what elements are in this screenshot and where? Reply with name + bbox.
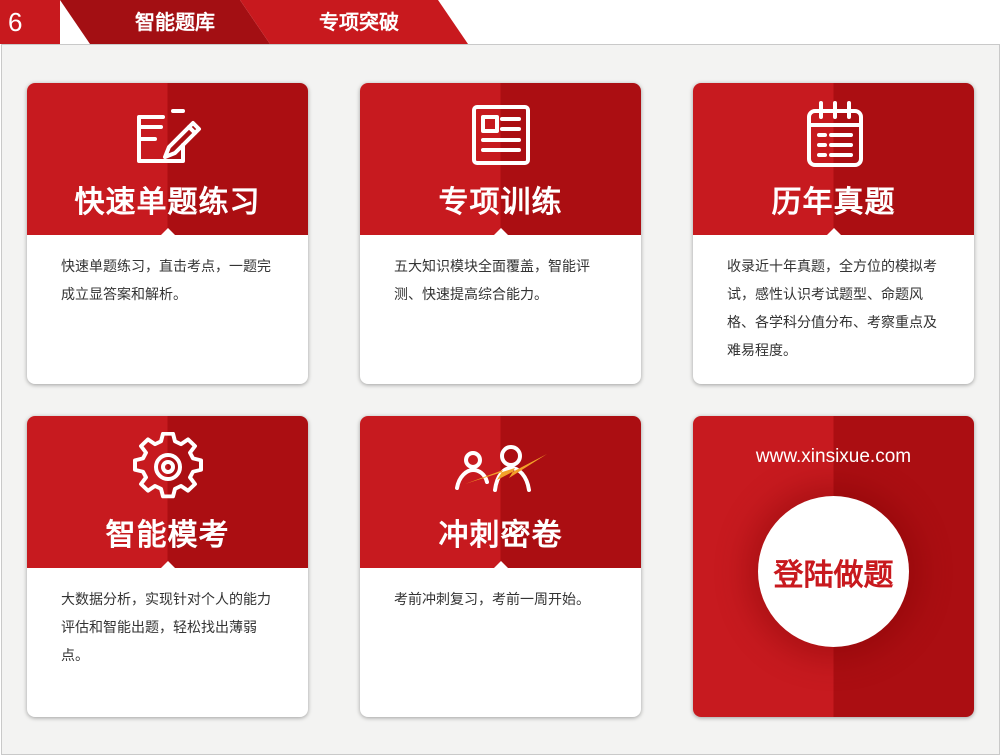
card-title: 快速单题练习 <box>74 185 261 220</box>
card-header: 冲刺密卷 <box>360 416 641 569</box>
card-quick-practice[interactable]: 快速单题练习 快速单题练习，直击考点，一题完成立显答案和解析。 <box>27 83 308 384</box>
gear-icon <box>132 431 203 502</box>
sprint-people-icon <box>454 432 547 502</box>
card-header: 智能模考 <box>27 416 308 569</box>
card-description: 大数据分析，实现针对个人的能力评估和智能出题，轻松找出薄弱点。 <box>61 592 271 664</box>
card-special-training[interactable]: 专项训练 五大知识模块全面覆盖，智能评测、快速提高综合能力。 <box>360 83 641 384</box>
card-header: 快速单题练习 <box>27 83 308 236</box>
pencil-notepad-icon <box>133 99 203 169</box>
card-title: 历年真题 <box>771 185 896 220</box>
card-past-exams[interactable]: 历年真题 收录近十年真题，全方位的模拟考试，感性认识考试题型、命题风格、各学科分… <box>693 83 974 384</box>
card-description: 收录近十年真题，全方位的模拟考试，感性认识考试题型、命题风格、各学科分值分布、考… <box>727 259 937 359</box>
login-button[interactable]: 登陆做题 <box>758 496 909 647</box>
login-card: www.xinsixue.com 登陆做题 <box>693 416 974 717</box>
card-title: 冲刺密卷 <box>438 518 563 553</box>
site-url[interactable]: www.xinsixue.com <box>693 446 974 468</box>
card-smart-mock-exam[interactable]: 智能模考 大数据分析，实现针对个人的能力评估和智能出题，轻松找出薄弱点。 <box>27 416 308 717</box>
document-icon <box>466 99 536 169</box>
breadcrumb-item-special-breakthrough[interactable]: 专项突破 <box>240 0 468 44</box>
card-description: 考前冲刺复习，考前一周开始。 <box>394 592 590 608</box>
breadcrumb-bar: 6 智能题库 专项突破 <box>0 0 1001 44</box>
card-header: 专项训练 <box>360 83 641 236</box>
breadcrumb-item-question-bank[interactable]: 智能题库 <box>60 0 270 44</box>
main-panel: 快速单题练习 快速单题练习，直击考点，一题完成立显答案和解析。 专项训练 五大知… <box>1 44 1000 755</box>
card-header: 历年真题 <box>693 83 974 236</box>
card-description: 五大知识模块全面覆盖，智能评测、快速提高综合能力。 <box>394 259 590 303</box>
calendar-icon <box>799 99 869 169</box>
page-number: 6 <box>0 0 60 44</box>
card-title: 智能模考 <box>105 518 230 553</box>
card-title: 专项训练 <box>438 185 563 220</box>
card-sprint-papers[interactable]: 冲刺密卷 考前冲刺复习，考前一周开始。 <box>360 416 641 717</box>
card-description: 快速单题练习，直击考点，一题完成立显答案和解析。 <box>61 259 271 303</box>
